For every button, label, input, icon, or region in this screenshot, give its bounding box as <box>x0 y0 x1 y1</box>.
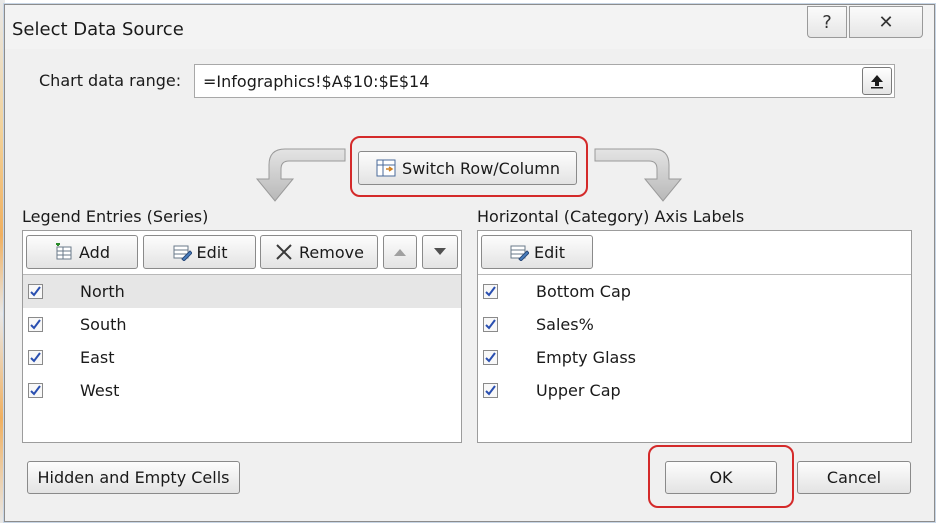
category-checkbox[interactable] <box>483 317 498 332</box>
axis-item-sales[interactable]: Sales% <box>478 308 911 341</box>
move-down-button[interactable] <box>422 235 458 269</box>
edit-axis-labels-label: Edit <box>534 242 565 262</box>
legend-item-east[interactable]: East <box>23 341 461 374</box>
edit-icon <box>173 245 192 261</box>
cancel-label: Cancel <box>826 468 882 487</box>
series-checkbox[interactable] <box>28 284 43 299</box>
check-icon <box>485 385 496 396</box>
help-button[interactable]: ? <box>807 6 847 38</box>
category-label: Upper Cap <box>536 381 621 400</box>
series-label: East <box>80 348 115 367</box>
check-icon <box>30 385 41 396</box>
category-label: Bottom Cap <box>536 282 631 301</box>
edit-series-button[interactable]: Edit <box>143 235 256 269</box>
switch-row-column-button[interactable]: Switch Row/Column <box>358 151 577 185</box>
edit-series-label: Edit <box>196 242 228 262</box>
close-button[interactable]: ✕ <box>849 6 923 38</box>
legend-entries-panel: Add Edit Remove North South East West <box>22 230 462 443</box>
chart-data-range-input[interactable]: =Infographics!$A$10:$E$14 <box>194 64 895 98</box>
remove-series-label: Remove <box>299 242 364 262</box>
series-label: North <box>80 282 125 301</box>
remove-series-button[interactable]: Remove <box>260 235 378 269</box>
legend-item-west[interactable]: West <box>23 374 461 407</box>
series-checkbox[interactable] <box>28 383 43 398</box>
axis-labels-list: Bottom Cap Sales% Empty Glass Upper Cap <box>478 275 911 407</box>
add-series-label: Add <box>79 242 110 262</box>
series-checkbox[interactable] <box>28 317 43 332</box>
switch-row-column-icon <box>376 159 396 177</box>
help-icon: ? <box>822 11 832 33</box>
close-icon: ✕ <box>878 11 894 33</box>
category-label: Sales% <box>536 315 594 334</box>
ok-label: OK <box>709 468 733 487</box>
category-checkbox[interactable] <box>483 284 498 299</box>
legend-item-north[interactable]: North <box>23 275 461 308</box>
check-icon <box>485 319 496 330</box>
axis-labels-label: Horizontal (Category) Axis Labels <box>477 207 745 226</box>
axis-toolbar: Edit <box>478 231 911 275</box>
category-checkbox[interactable] <box>483 383 498 398</box>
legend-entries-list: North South East West <box>23 275 461 407</box>
chart-data-range-value: =Infographics!$A$10:$E$14 <box>203 72 430 91</box>
category-checkbox[interactable] <box>483 350 498 365</box>
axis-item-bottom-cap[interactable]: Bottom Cap <box>478 275 911 308</box>
move-down-icon <box>434 248 446 255</box>
title-bar: Select Data Source ? ✕ <box>5 5 934 49</box>
series-checkbox[interactable] <box>28 350 43 365</box>
hidden-empty-cells-label: Hidden and Empty Cells <box>37 468 230 487</box>
chart-data-range-label: Chart data range: <box>39 71 182 90</box>
collapse-dialog-button[interactable] <box>862 67 892 95</box>
check-icon <box>30 352 41 363</box>
check-icon <box>485 352 496 363</box>
add-series-button[interactable]: Add <box>26 235 138 269</box>
check-icon <box>485 286 496 297</box>
series-label: West <box>80 381 120 400</box>
check-icon <box>30 319 41 330</box>
axis-item-upper-cap[interactable]: Upper Cap <box>478 374 911 407</box>
remove-icon <box>276 244 292 260</box>
dialog-title: Select Data Source <box>12 19 184 40</box>
axis-labels-panel: Edit Bottom Cap Sales% Empty Glass Upper… <box>477 230 912 443</box>
legend-entries-label: Legend Entries (Series) <box>22 207 209 226</box>
axis-item-empty-glass[interactable]: Empty Glass <box>478 341 911 374</box>
select-data-source-dialog: Select Data Source ? ✕ Chart data range:… <box>4 4 935 522</box>
hidden-empty-cells-button[interactable]: Hidden and Empty Cells <box>27 461 240 494</box>
ok-button[interactable]: OK <box>665 461 777 494</box>
add-icon <box>56 243 72 260</box>
move-up-icon <box>394 249 406 256</box>
legend-item-south[interactable]: South <box>23 308 461 341</box>
category-label: Empty Glass <box>536 348 636 367</box>
switch-row-column-label: Switch Row/Column <box>402 158 560 178</box>
check-icon <box>30 286 41 297</box>
series-label: South <box>80 315 127 334</box>
collapse-arrow-icon <box>871 75 883 89</box>
cancel-button[interactable]: Cancel <box>797 461 911 494</box>
edit-axis-labels-button[interactable]: Edit <box>481 235 593 269</box>
edit-icon <box>510 245 529 261</box>
legend-toolbar: Add Edit Remove <box>23 231 461 275</box>
move-up-button[interactable] <box>383 235 417 269</box>
